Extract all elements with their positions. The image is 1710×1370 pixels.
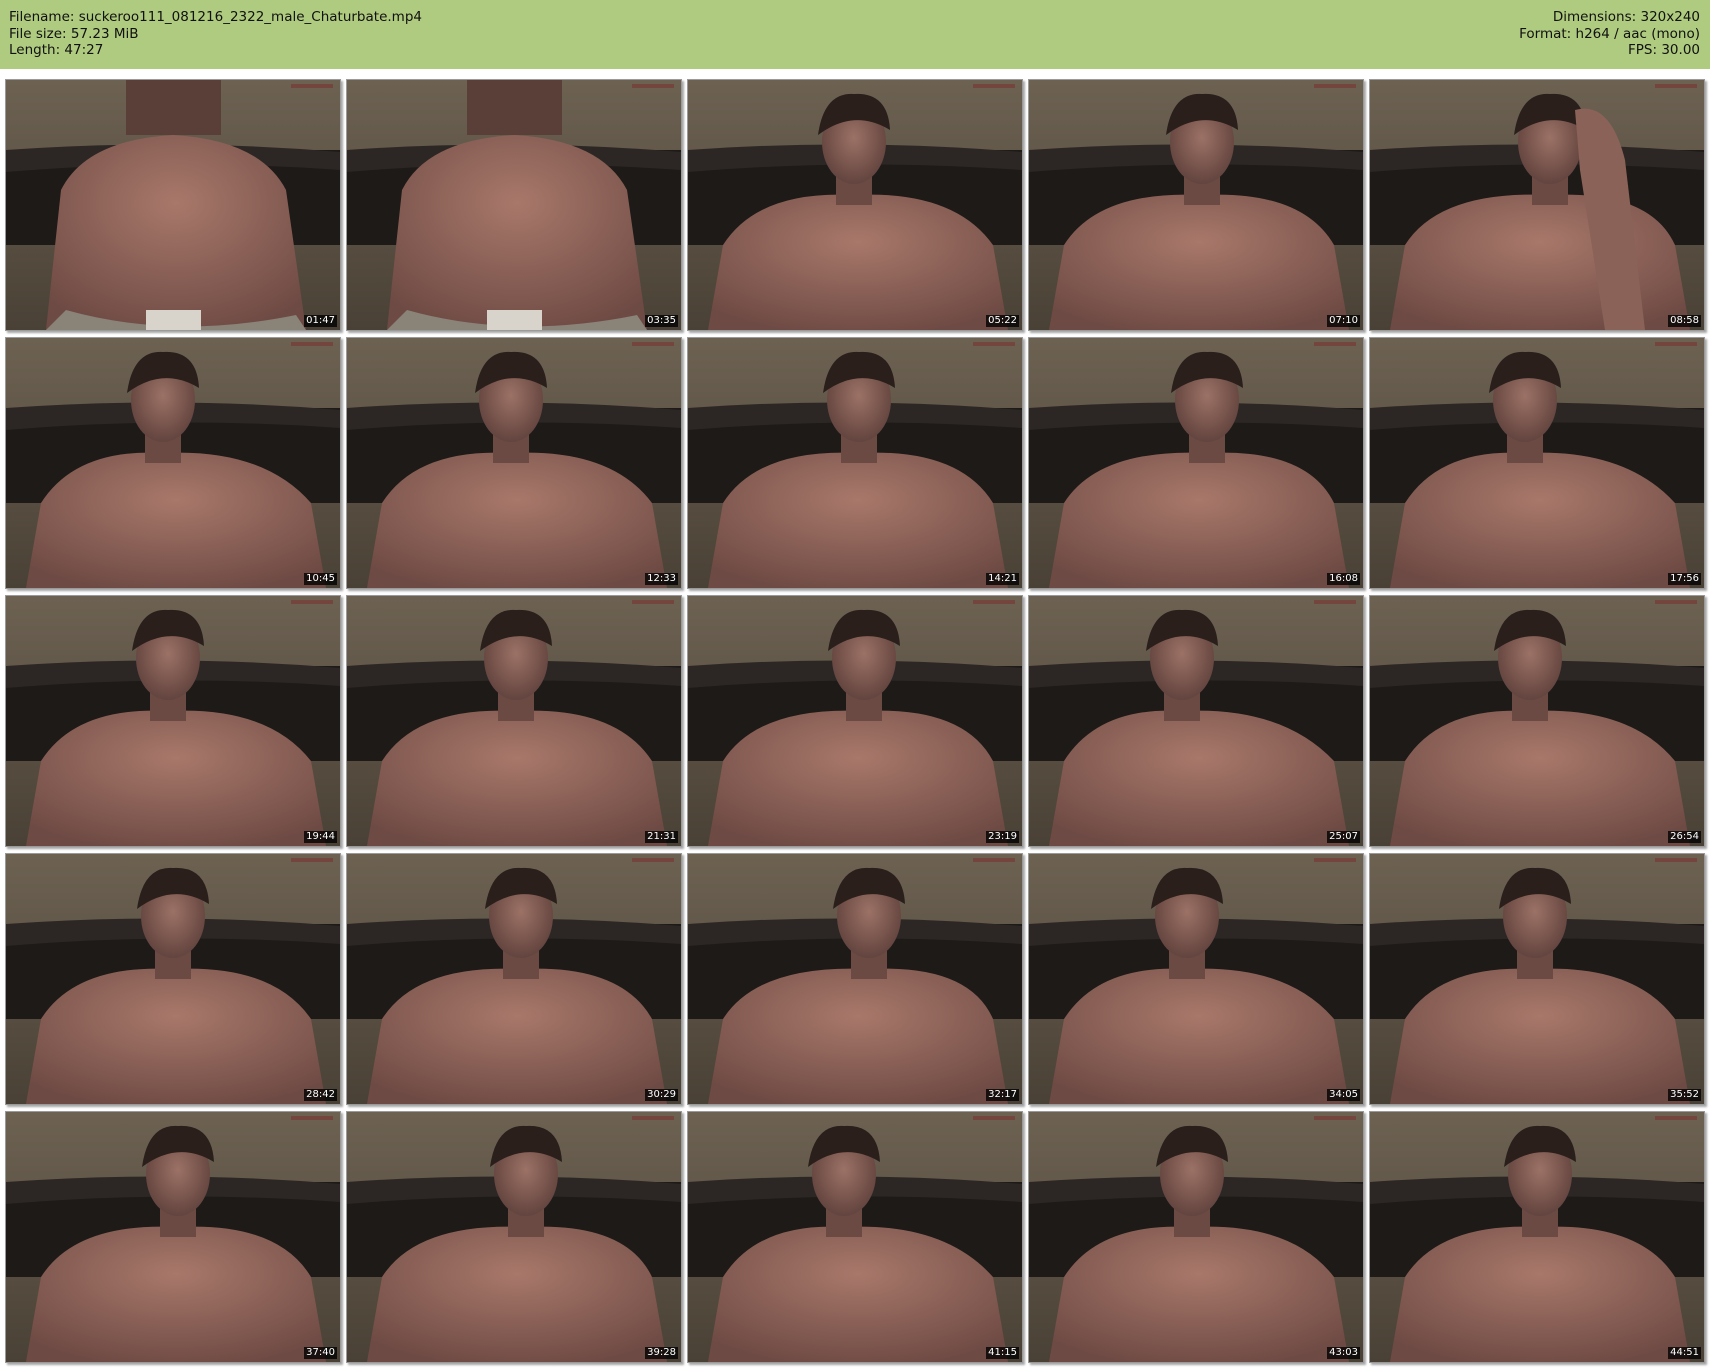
video-frame-image [1370, 854, 1704, 1104]
dimensions-label: Dimensions: 320x240 [1552, 9, 1700, 25]
video-frame-image [688, 1112, 1022, 1362]
file-info-right: Dimensions: 320x240 Format: h264 / aac (… [1519, 9, 1700, 59]
thumbnail-frame: 26:54 [1369, 595, 1705, 847]
video-frame-image [6, 596, 340, 846]
info-header: Filename: suckeroo111_081216_2322_male_C… [0, 0, 1710, 69]
video-frame-image [1029, 1112, 1363, 1362]
frame-timestamp: 43:03 [1327, 1347, 1360, 1359]
frame-timestamp: 19:44 [304, 831, 337, 843]
frame-timestamp: 37:40 [304, 1347, 337, 1359]
video-frame-image [1370, 596, 1704, 846]
frame-timestamp: 07:10 [1327, 315, 1360, 327]
frame-timestamp: 35:52 [1668, 1089, 1701, 1101]
thumbnail-frame: 01:47 [5, 79, 341, 331]
thumbnail-frame: 39:28 [346, 1111, 682, 1363]
filesize-label: File size: 57.23 MiB [9, 25, 139, 42]
thumbnail-frame: 35:52 [1369, 853, 1705, 1105]
format-label: Format: h264 / aac (mono) [1519, 25, 1700, 42]
thumbnail-frame: 21:31 [346, 595, 682, 847]
thumbnail-frame: 34:05 [1028, 853, 1364, 1105]
frame-timestamp: 21:31 [645, 831, 678, 843]
thumbnail-frame: 17:56 [1369, 337, 1705, 589]
video-frame-image [347, 338, 681, 588]
frame-timestamp: 23:19 [986, 831, 1019, 843]
thumbnail-frame: 30:29 [346, 853, 682, 1105]
thumbnail-frame: 19:44 [5, 595, 341, 847]
thumbnail-frame: 16:08 [1028, 337, 1364, 589]
frame-timestamp: 44:51 [1668, 1347, 1701, 1359]
thumbnail-frame: 03:35 [346, 79, 682, 331]
length-label: Length: 47:27 [9, 42, 104, 58]
video-frame-image [6, 80, 340, 330]
video-frame-image [1370, 338, 1704, 588]
filename-label: Filename: suckeroo111_081216_2322_male_C… [9, 9, 422, 25]
video-frame-image [1029, 854, 1363, 1104]
thumbnail-frame: 28:42 [5, 853, 341, 1105]
thumbnail-frame: 41:15 [687, 1111, 1023, 1363]
thumbnail-frame: 05:22 [687, 79, 1023, 331]
thumbnail-frame: 07:10 [1028, 79, 1364, 331]
video-frame-image [6, 1112, 340, 1362]
file-info-left: Filename: suckeroo111_081216_2322_male_C… [9, 9, 422, 59]
frame-timestamp: 14:21 [986, 573, 1019, 585]
thumbnail-frame: 23:19 [687, 595, 1023, 847]
thumbnail-frame: 12:33 [346, 337, 682, 589]
frame-timestamp: 32:17 [986, 1089, 1019, 1101]
fps-label: FPS: 30.00 [1628, 42, 1700, 58]
frame-timestamp: 30:29 [645, 1089, 678, 1101]
frame-timestamp: 08:58 [1668, 315, 1701, 327]
thumbnail-frame: 14:21 [687, 337, 1023, 589]
video-frame-image [688, 596, 1022, 846]
video-frame-image [347, 854, 681, 1104]
frame-timestamp: 05:22 [986, 315, 1019, 327]
thumbnail-frame: 10:45 [5, 337, 341, 589]
frame-timestamp: 26:54 [1668, 831, 1701, 843]
frame-timestamp: 17:56 [1668, 573, 1701, 585]
frame-timestamp: 34:05 [1327, 1089, 1360, 1101]
video-frame-image [347, 596, 681, 846]
video-frame-image [6, 854, 340, 1104]
video-frame-image [6, 338, 340, 588]
frame-timestamp: 16:08 [1327, 573, 1360, 585]
frame-timestamp: 01:47 [304, 315, 337, 327]
frame-timestamp: 25:07 [1327, 831, 1360, 843]
thumbnail-frame: 43:03 [1028, 1111, 1364, 1363]
frame-timestamp: 12:33 [645, 573, 678, 585]
thumbnail-frame: 37:40 [5, 1111, 341, 1363]
video-frame-image [688, 80, 1022, 330]
thumbnail-frame: 08:58 [1369, 79, 1705, 331]
video-frame-image [1370, 80, 1704, 330]
video-frame-image [688, 338, 1022, 588]
video-frame-image [347, 1112, 681, 1362]
frame-timestamp: 28:42 [304, 1089, 337, 1101]
video-frame-image [347, 80, 681, 330]
frame-timestamp: 39:28 [645, 1347, 678, 1359]
video-frame-image [1029, 596, 1363, 846]
frame-timestamp: 41:15 [986, 1347, 1019, 1359]
video-frame-image [1029, 80, 1363, 330]
video-frame-image [1029, 338, 1363, 588]
thumbnail-frame: 25:07 [1028, 595, 1364, 847]
video-frame-image [688, 854, 1022, 1104]
frame-timestamp: 03:35 [645, 315, 678, 327]
frame-timestamp: 10:45 [304, 573, 337, 585]
thumbnail-frame: 32:17 [687, 853, 1023, 1105]
video-frame-image [1370, 1112, 1704, 1362]
thumbnail-frame: 44:51 [1369, 1111, 1705, 1363]
